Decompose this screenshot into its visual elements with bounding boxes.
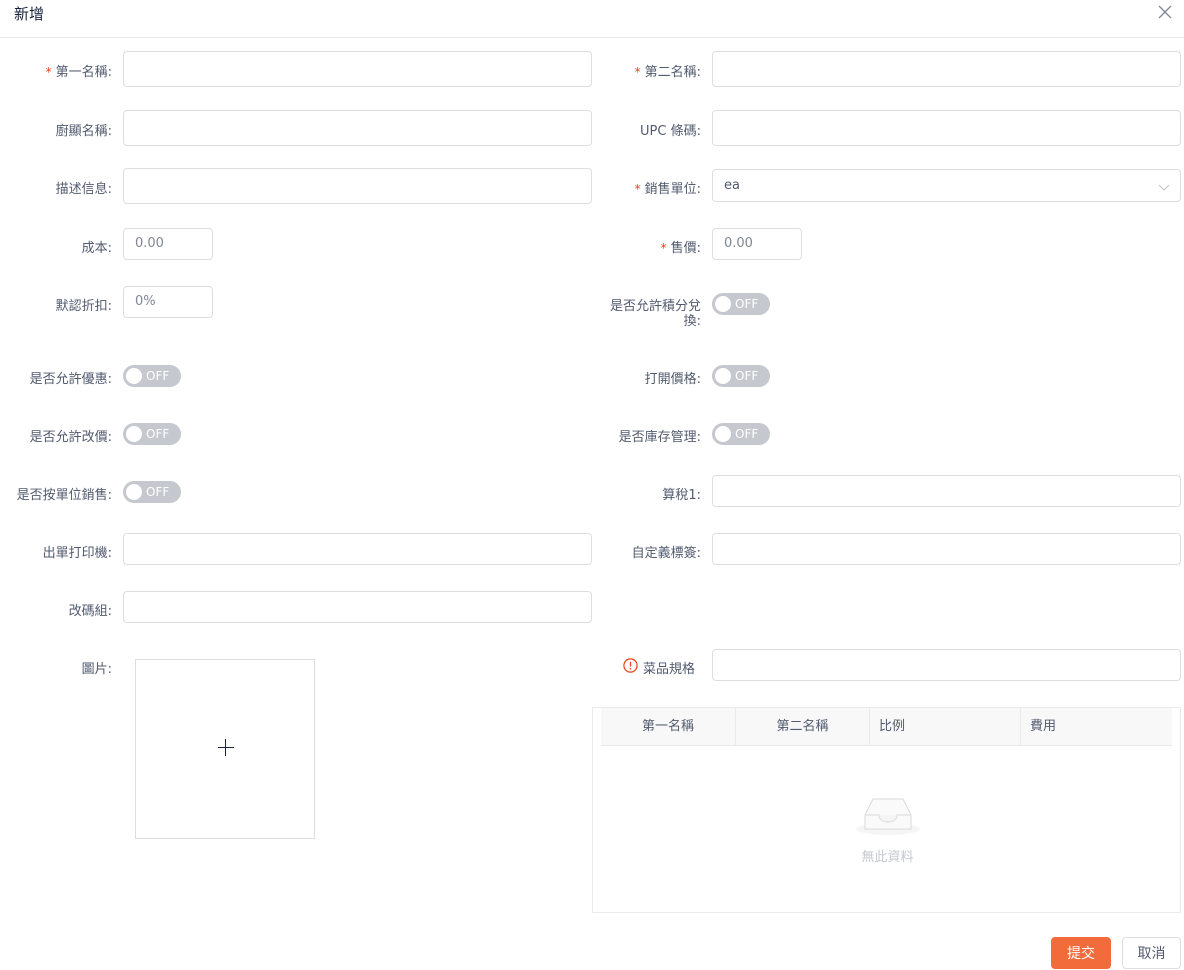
- sell-by-unit-label: 是否按單位銷售:: [16, 488, 112, 503]
- close-icon[interactable]: [1155, 2, 1175, 22]
- warning-icon: [623, 658, 638, 673]
- first-name-label: 第一名稱:: [0, 61, 112, 80]
- empty-text: 無此資料: [861, 850, 914, 865]
- switch-knob: [715, 368, 731, 384]
- cancel-button[interactable]: 取消: [1122, 937, 1181, 969]
- image-label: 圖片:: [81, 662, 112, 677]
- submit-button[interactable]: 提交: [1051, 937, 1111, 969]
- first-name-input[interactable]: [123, 51, 592, 87]
- sell-by-unit-switch[interactable]: OFF: [123, 481, 181, 503]
- switch-state: OFF: [146, 427, 170, 441]
- switch-state: OFF: [735, 427, 759, 441]
- sales-unit-value: ea: [724, 178, 740, 193]
- tax1-label: 算稅1:: [662, 488, 701, 503]
- tax1-select[interactable]: [712, 475, 1181, 507]
- switch-state: OFF: [735, 297, 759, 311]
- column-header: 第一名稱: [601, 708, 736, 745]
- switch-state: OFF: [146, 369, 170, 383]
- printer-label: 出單打印機:: [42, 546, 112, 561]
- sales-unit-select[interactable]: ea: [712, 169, 1181, 202]
- description-input[interactable]: [123, 168, 592, 204]
- modifier-group-label: 改碼組:: [68, 604, 112, 619]
- cost-label: 成本:: [81, 241, 112, 256]
- open-price-switch[interactable]: OFF: [712, 365, 770, 387]
- upc-label: UPC 條碼:: [640, 124, 701, 139]
- switch-knob: [126, 484, 142, 500]
- spec-label: 菜品規格: [643, 662, 696, 677]
- switch-state: OFF: [146, 485, 170, 499]
- column-header: 比例: [870, 708, 1021, 745]
- discount-input[interactable]: 0%: [123, 286, 213, 318]
- allow-promo-label: 是否允許優惠:: [29, 372, 112, 387]
- switch-knob: [715, 426, 731, 442]
- second-name-label: 第二名稱:: [592, 61, 701, 80]
- spec-input[interactable]: [712, 649, 1181, 681]
- switch-knob: [126, 426, 142, 442]
- modifier-group-select[interactable]: [123, 591, 592, 623]
- discount-label: 默認折扣:: [55, 299, 112, 314]
- price-input[interactable]: 0.00: [712, 228, 802, 260]
- switch-state: OFF: [735, 369, 759, 383]
- points-exchange-label-line2: 換:: [683, 314, 701, 329]
- points-exchange-switch[interactable]: OFF: [712, 293, 770, 315]
- allow-promo-switch[interactable]: OFF: [123, 365, 181, 387]
- column-header: 第二名稱: [736, 708, 870, 745]
- description-label: 描述信息:: [55, 182, 112, 197]
- custom-tag-label: 自定義標簽:: [631, 546, 701, 561]
- kitchen-name-label: 廚顯名稱:: [55, 124, 112, 139]
- plus-icon-vertical: [225, 739, 226, 756]
- kitchen-name-input[interactable]: [123, 110, 592, 146]
- spec-table-header: 第一名稱 第二名稱 比例 費用: [601, 708, 1172, 746]
- printer-select[interactable]: [123, 533, 592, 565]
- allow-change-price-label: 是否允許改價:: [29, 430, 112, 445]
- second-name-input[interactable]: [712, 51, 1181, 87]
- price-label: 售價:: [592, 237, 701, 256]
- dialog-title: 新增: [14, 5, 45, 23]
- image-upload[interactable]: [135, 659, 315, 839]
- inventory-label: 是否庫存管理:: [618, 430, 701, 445]
- spec-table: 第一名稱 第二名稱 比例 費用 無此資料: [592, 707, 1181, 913]
- sales-unit-label: 銷售單位:: [592, 178, 701, 197]
- switch-knob: [715, 296, 731, 312]
- custom-tag-select[interactable]: [712, 533, 1181, 565]
- upc-input[interactable]: [712, 110, 1181, 146]
- open-price-label: 打開價格:: [644, 372, 701, 387]
- cost-input[interactable]: 0.00: [123, 228, 213, 260]
- empty-inbox-icon: [856, 798, 920, 835]
- switch-knob: [126, 368, 142, 384]
- inventory-switch[interactable]: OFF: [712, 423, 770, 445]
- plus-icon: [218, 747, 234, 748]
- allow-change-price-switch[interactable]: OFF: [123, 423, 181, 445]
- column-header: 費用: [1030, 719, 1057, 734]
- dialog-header: 新增: [0, 0, 1184, 38]
- chevron-down-icon: [1158, 184, 1170, 191]
